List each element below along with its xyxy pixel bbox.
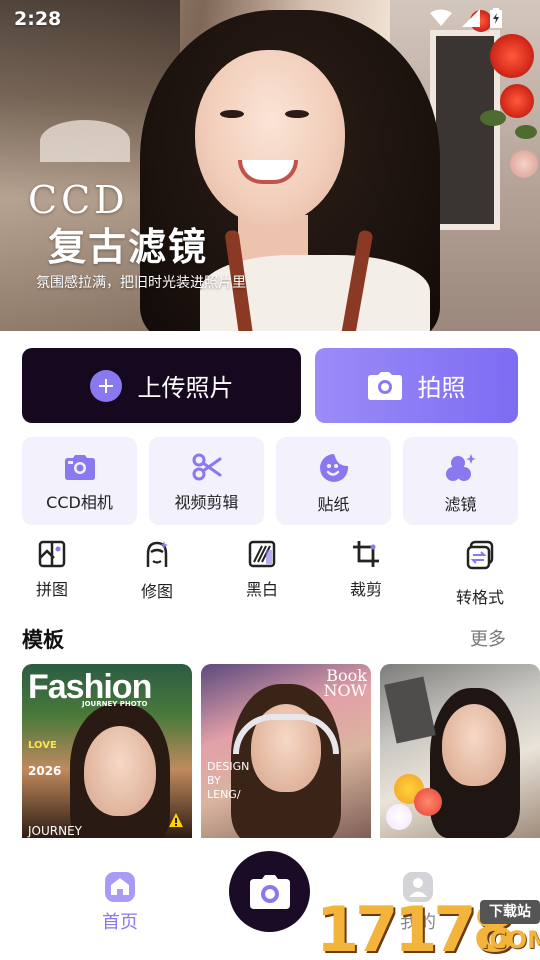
feature-filter[interactable]: 滤镜 xyxy=(403,437,518,525)
nav-home[interactable]: 首页 xyxy=(90,872,150,934)
hero-awning xyxy=(40,120,130,162)
hero-model-eye xyxy=(220,110,244,118)
hero-model-eye xyxy=(285,110,309,118)
tool-retouch[interactable]: 修图 xyxy=(117,540,197,602)
template-caption: LOVE xyxy=(28,740,57,751)
feature-sticker[interactable]: 贴纸 xyxy=(276,437,391,525)
scissors-icon xyxy=(192,453,221,481)
template-flower xyxy=(386,804,412,830)
feature-label: 滤镜 xyxy=(444,495,477,514)
feature-label: 视频剪辑 xyxy=(174,493,239,512)
template-card[interactable]: Fashion JOURNEY PHOTO LOVE 2026 JOURNEY xyxy=(22,664,192,839)
collage-icon xyxy=(38,540,66,568)
tool-black-white[interactable]: 黑白 xyxy=(222,540,302,600)
template-year: 2026 xyxy=(28,764,62,778)
status-icons xyxy=(430,8,502,28)
feature-label: CCD相机 xyxy=(46,493,113,512)
take-photo-label: 拍照 xyxy=(417,374,466,402)
hero-subtitle: 氛围感拉满，把旧时光装进照片里 xyxy=(36,275,246,291)
camera-icon xyxy=(249,874,290,909)
upload-photo-label: 上传照片 xyxy=(137,374,234,402)
tool-label: 裁剪 xyxy=(349,580,382,599)
filter-icon xyxy=(445,454,476,481)
template-model-face xyxy=(442,704,506,786)
nav-home-label: 首页 xyxy=(102,912,138,933)
warning-badge-icon xyxy=(169,813,183,827)
hero-flower xyxy=(500,84,534,118)
upload-photo-button[interactable]: 上传照片 xyxy=(22,348,301,423)
wifi-icon xyxy=(430,9,452,26)
tool-label: 修图 xyxy=(140,582,173,601)
hero-leaf xyxy=(515,125,537,139)
convert-format-icon xyxy=(466,540,494,570)
tool-label: 拼图 xyxy=(35,580,68,599)
take-photo-button[interactable]: 拍照 xyxy=(315,348,518,423)
template-caption: JOURNEY xyxy=(28,824,82,838)
hero-leaf xyxy=(480,110,506,126)
template-model-face xyxy=(84,726,156,816)
hero-banner[interactable]: CCD 复古滤镜 氛围感拉满，把旧时光装进照片里 xyxy=(0,0,540,331)
crop-icon xyxy=(353,541,379,567)
tool-crop[interactable]: 裁剪 xyxy=(326,540,406,600)
template-flower xyxy=(414,788,442,816)
battery-icon xyxy=(490,8,502,28)
status-time: 2:28 xyxy=(14,8,62,30)
retouch-icon xyxy=(146,541,168,567)
template-headline: Book NOW xyxy=(323,666,367,700)
templates-more-link[interactable]: 更多 xyxy=(470,625,506,651)
watermark-tag: 下载站 xyxy=(480,900,540,924)
feature-label: 贴纸 xyxy=(317,495,350,514)
template-caption: DESIGN BY LENG/ xyxy=(207,760,250,801)
black-white-icon xyxy=(248,540,276,568)
template-card[interactable]: Book NOW DESIGN BY LENG/ xyxy=(201,664,371,839)
tool-label: 黑白 xyxy=(245,580,278,599)
nav-camera-button[interactable] xyxy=(229,851,310,932)
status-bar: 2:28 xyxy=(0,0,540,36)
camera-icon xyxy=(367,371,402,400)
app-screen: CCD 复古滤镜 氛围感拉满，把旧时光装进照片里 2:28 上传照片 拍照 CC… xyxy=(0,0,540,960)
watermark-domain: .COM xyxy=(480,926,540,954)
feature-video-edit[interactable]: 视频剪辑 xyxy=(149,437,264,525)
template-tape-decor xyxy=(384,676,436,744)
plus-icon xyxy=(89,369,122,402)
sticker-icon xyxy=(319,454,348,482)
template-caption: JOURNEY PHOTO xyxy=(82,700,148,708)
tool-collage[interactable]: 拼图 xyxy=(12,540,92,600)
hero-title-line2: 复古滤镜 xyxy=(48,224,209,269)
feature-ccd-camera[interactable]: CCD相机 xyxy=(22,437,137,525)
hero-model-face xyxy=(195,50,345,225)
templates-section-title: 模板 xyxy=(22,628,64,652)
hero-flower xyxy=(510,150,538,178)
signal-icon xyxy=(462,9,480,27)
tool-convert-format[interactable]: 转格式 xyxy=(440,540,520,608)
camera-icon xyxy=(64,455,95,480)
hero-flower xyxy=(490,34,534,78)
tool-label: 转格式 xyxy=(455,588,504,607)
home-icon xyxy=(105,872,135,902)
template-card[interactable] xyxy=(380,664,540,839)
